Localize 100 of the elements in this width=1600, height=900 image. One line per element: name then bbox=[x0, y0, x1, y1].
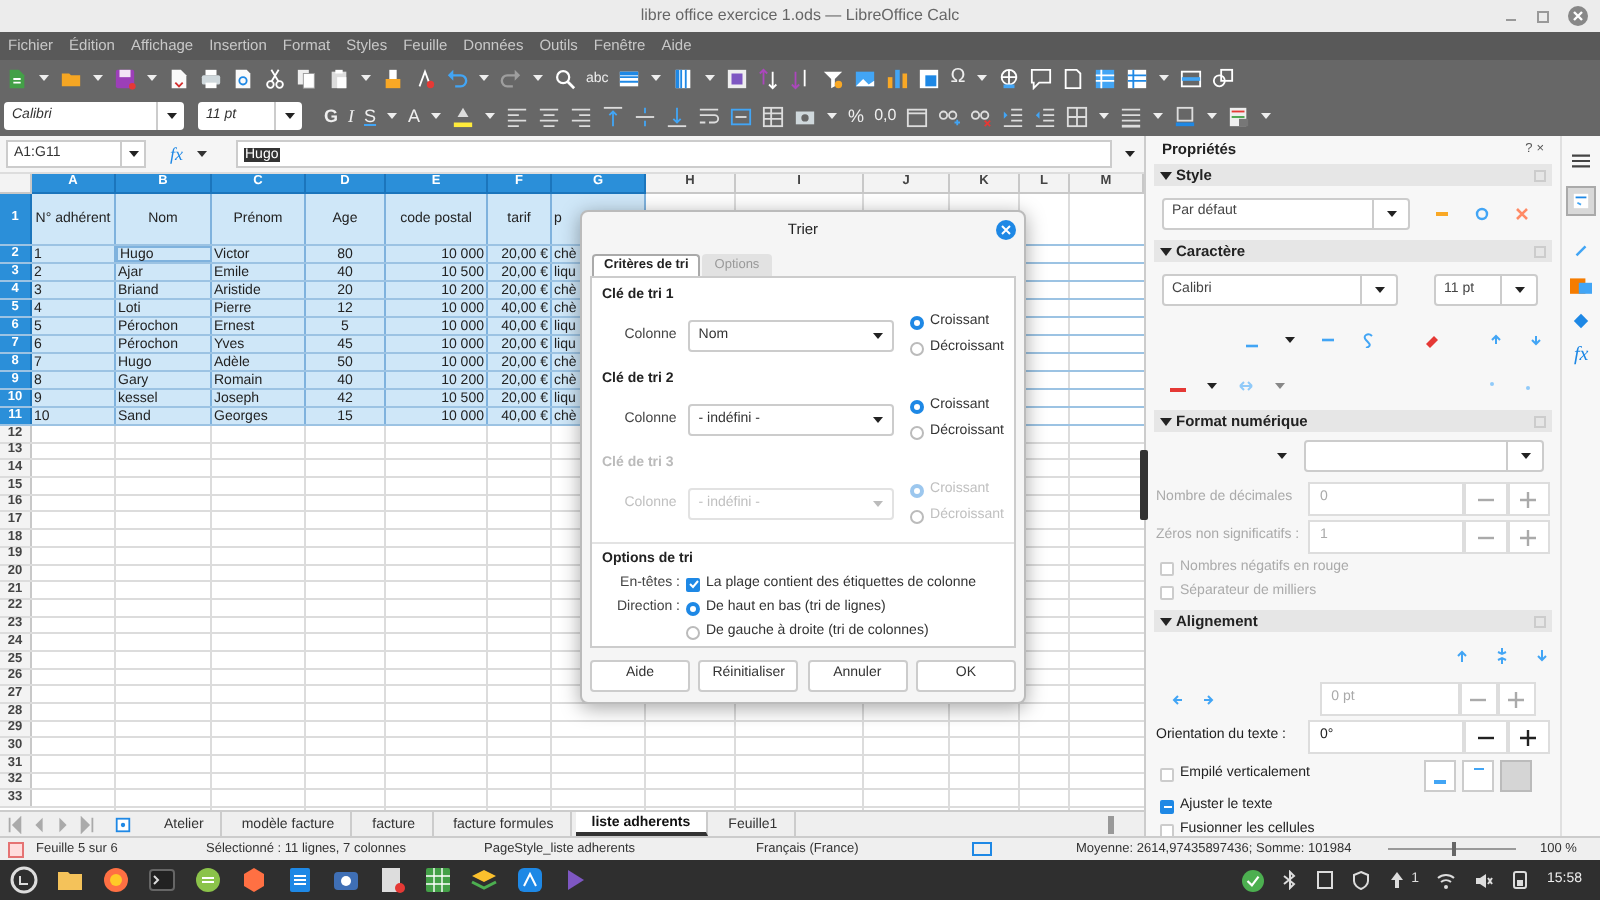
checkbox[interactable] bbox=[1160, 768, 1174, 782]
brush-icon[interactable] bbox=[382, 67, 404, 89]
app-icon[interactable] bbox=[194, 866, 222, 894]
align-middle-icon[interactable] bbox=[1494, 648, 1510, 664]
terminal-icon[interactable] bbox=[148, 866, 176, 894]
styles-icon[interactable] bbox=[1572, 240, 1591, 258]
close-button[interactable] bbox=[996, 220, 1016, 240]
selection-mode-icon[interactable] bbox=[972, 842, 992, 856]
copy-icon[interactable] bbox=[296, 67, 318, 89]
font-color-button[interactable]: A bbox=[408, 107, 421, 125]
folder-icon[interactable] bbox=[56, 866, 84, 894]
page-preview-icon[interactable] bbox=[232, 67, 254, 89]
add-decimal-icon[interactable] bbox=[938, 105, 961, 127]
radio-button[interactable] bbox=[910, 426, 925, 440]
checkbox[interactable] bbox=[1160, 799, 1174, 813]
increase-indent-icon[interactable] bbox=[1002, 105, 1025, 127]
check-icon[interactable] bbox=[1241, 869, 1264, 891]
bottom-button[interactable] bbox=[1424, 759, 1457, 791]
number-format-button[interactable]: 0,0 bbox=[874, 108, 897, 124]
clipboard-icon[interactable] bbox=[328, 67, 350, 89]
highlighter-icon[interactable] bbox=[452, 105, 475, 127]
refresh-icon[interactable] bbox=[1474, 205, 1490, 221]
align-top-icon[interactable] bbox=[1454, 648, 1470, 664]
align-right-icon[interactable] bbox=[570, 105, 593, 127]
bar-chart-icon[interactable] bbox=[886, 67, 909, 89]
checkbox[interactable] bbox=[1160, 561, 1174, 575]
caret-icon[interactable] bbox=[1513, 284, 1525, 296]
shield-icon[interactable] bbox=[1351, 870, 1370, 890]
caret-icon[interactable] bbox=[1206, 380, 1218, 392]
speech-bubble-icon[interactable] bbox=[1029, 67, 1052, 89]
grow-font-icon[interactable] bbox=[1488, 332, 1504, 348]
delete-decimal-icon[interactable] bbox=[970, 105, 993, 127]
maximize-icon[interactable] bbox=[1536, 9, 1550, 23]
document-icon[interactable] bbox=[286, 866, 314, 894]
freeze-panes-icon[interactable] bbox=[726, 67, 749, 89]
caret-icon[interactable] bbox=[283, 110, 295, 122]
special-character-button[interactable]: Ω bbox=[950, 68, 966, 88]
indent-icon[interactable] bbox=[1199, 691, 1216, 707]
undo-icon[interactable] bbox=[446, 67, 468, 89]
properties-tab[interactable] bbox=[1566, 186, 1597, 216]
wifi-icon[interactable] bbox=[1436, 871, 1457, 889]
document-modified-icon[interactable] bbox=[8, 841, 24, 857]
radio-button[interactable] bbox=[910, 400, 925, 414]
page-icon[interactable] bbox=[1061, 67, 1084, 89]
border-color-icon[interactable] bbox=[1174, 105, 1197, 127]
close-icon[interactable] bbox=[1514, 205, 1530, 221]
shadow-icon[interactable] bbox=[1360, 332, 1376, 348]
percent-button[interactable]: % bbox=[848, 107, 865, 125]
caret-icon[interactable] bbox=[1276, 450, 1289, 462]
close-icon[interactable] bbox=[1568, 6, 1588, 26]
align-middle-icon[interactable] bbox=[634, 105, 657, 127]
redo-icon[interactable] bbox=[500, 67, 522, 89]
navigator-icon[interactable] bbox=[1572, 312, 1591, 330]
checkbox[interactable] bbox=[1160, 823, 1174, 836]
spreadsheet-icon[interactable] bbox=[424, 866, 452, 894]
scissors-icon[interactable] bbox=[264, 67, 286, 89]
expander-icon[interactable] bbox=[1160, 169, 1172, 181]
borders-icon[interactable] bbox=[1066, 105, 1089, 127]
document-icon[interactable] bbox=[378, 866, 406, 894]
globe-icon[interactable] bbox=[997, 67, 1020, 89]
functions-tab[interactable]: fx bbox=[1573, 346, 1589, 366]
expander-icon[interactable] bbox=[1160, 245, 1172, 257]
align-bottom-icon[interactable] bbox=[666, 105, 689, 127]
search-icon[interactable] bbox=[554, 67, 576, 89]
update-icon[interactable] bbox=[1387, 870, 1406, 890]
add-sheet-icon[interactable] bbox=[114, 815, 132, 833]
image-icon[interactable] bbox=[854, 67, 877, 89]
caret-icon[interactable] bbox=[127, 148, 139, 160]
sort-ascending-icon[interactable] bbox=[758, 67, 781, 89]
caret-icon[interactable] bbox=[1373, 284, 1385, 296]
sidebar-collapse-handle[interactable] bbox=[1140, 450, 1148, 520]
expander-icon[interactable] bbox=[1160, 415, 1172, 427]
increase-button[interactable] bbox=[1507, 720, 1551, 754]
radio-button[interactable] bbox=[686, 601, 700, 615]
battery-icon[interactable] bbox=[1512, 870, 1529, 890]
radio-button[interactable] bbox=[910, 316, 925, 330]
shapes-icon[interactable] bbox=[1211, 67, 1234, 89]
clear-formatting-icon[interactable] bbox=[414, 67, 436, 89]
caret-icon[interactable] bbox=[1123, 148, 1135, 160]
align-bottom-icon[interactable] bbox=[1534, 648, 1550, 664]
align-center-icon[interactable] bbox=[538, 105, 561, 127]
camera-icon[interactable] bbox=[332, 866, 360, 894]
expander-icon[interactable] bbox=[1160, 615, 1172, 627]
conditional-format-icon[interactable] bbox=[1228, 105, 1251, 127]
align-left-icon[interactable] bbox=[506, 105, 529, 127]
printer-icon[interactable] bbox=[200, 67, 222, 89]
clipboard-icon[interactable] bbox=[1315, 870, 1334, 890]
caret-icon[interactable] bbox=[1284, 334, 1296, 346]
app-icon[interactable] bbox=[516, 866, 544, 894]
table-columns-icon[interactable] bbox=[672, 67, 695, 89]
calendar-icon[interactable] bbox=[906, 105, 929, 127]
bluetooth-icon[interactable] bbox=[1281, 870, 1298, 890]
browser-icon[interactable] bbox=[102, 866, 130, 894]
scrollbar-handle[interactable] bbox=[1108, 815, 1114, 833]
table-rows-icon[interactable] bbox=[618, 67, 641, 89]
layers-icon[interactable] bbox=[470, 866, 498, 894]
caret-icon[interactable] bbox=[1385, 207, 1397, 219]
shrink-font-icon[interactable] bbox=[1528, 332, 1544, 348]
radio-button[interactable] bbox=[686, 625, 700, 639]
bold-button[interactable]: G bbox=[324, 107, 339, 125]
